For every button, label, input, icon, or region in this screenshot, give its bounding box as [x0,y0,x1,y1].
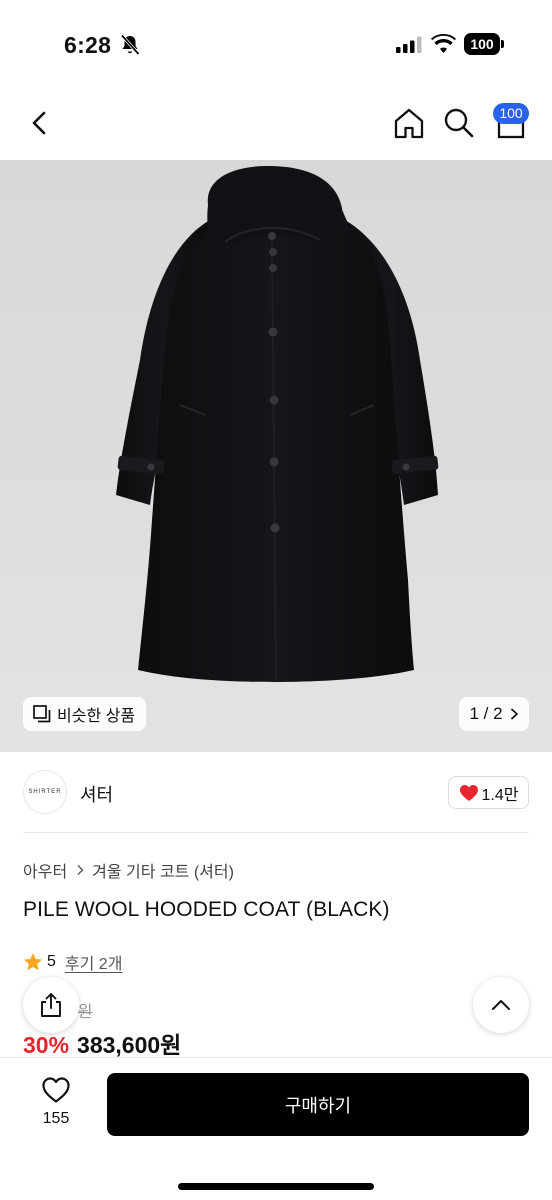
share-button[interactable] [23,977,79,1033]
rating-score: 5 [47,953,56,970]
shop-row: SHIRTER 셔터 1.4만 [23,770,529,816]
back-arrow-icon[interactable] [26,108,54,138]
image-pager[interactable]: 1 / 2 [459,697,529,731]
battery-indicator: 100 [464,33,504,55]
home-icon[interactable] [392,106,426,140]
bottom-action-bar: 155 구매하기 [0,1057,552,1200]
wishlist-count: 155 [42,1110,70,1127]
shop-logo-text: SHIRTER [28,789,62,795]
coat-product-photo [116,166,439,682]
rating-row: 5 후기 2개 [23,950,122,974]
product-title: PILE WOOL HOODED COAT (BLACK) [23,898,390,921]
buy-button-label: 구매하기 [284,1095,352,1116]
divider [23,832,529,833]
shop-like-count: 1.4만 [481,786,519,804]
battery-level: 100 [464,33,500,55]
breadcrumb-item[interactable]: 아우터 [23,858,67,882]
heart-outline-icon [42,1077,70,1103]
similar-products-button[interactable]: 비슷한 상품 [23,697,147,731]
chevron-right-icon [77,865,84,875]
sale-price: 383,600원 [77,1032,182,1058]
status-bar: 6:28 100 [0,0,552,90]
cart-count-badge: 100 [493,103,529,124]
shop-like-button[interactable]: 1.4만 [448,776,529,809]
wishlist-button[interactable]: 155 [26,1076,86,1128]
shop-logo[interactable]: SHIRTER [23,770,67,814]
chevron-up-icon [492,1000,510,1010]
reviews-link[interactable]: 후기 2개 [65,950,123,974]
signal-icon [396,36,422,53]
chevron-right-icon [510,708,518,720]
copy-squares-icon [33,705,51,723]
image-pager-label: 1 / 2 [469,704,503,723]
product-image-carousel[interactable]: 비슷한 상품 1 / 2 [0,160,552,752]
heart-filled-icon [459,784,478,801]
buy-button[interactable]: 구매하기 [107,1073,529,1136]
share-icon [41,993,61,1017]
discount-rate: 30% [23,1032,70,1058]
wifi-icon [431,34,456,53]
status-time: 6:28 [64,32,112,58]
search-icon[interactable] [442,106,476,140]
top-nav-bar: 100 [0,90,552,160]
star-icon [24,953,42,971]
home-indicator [178,1183,374,1190]
similar-products-label: 비슷한 상품 [57,708,136,725]
breadcrumb: 아우터 겨울 기타 코트 (셔터) [23,858,234,882]
breadcrumb-item[interactable]: 겨울 기타 코트 (셔터) [92,858,234,882]
shop-name[interactable]: 셔터 [80,781,113,807]
bell-muted-icon [120,34,140,56]
scroll-to-top-button[interactable] [473,977,529,1033]
